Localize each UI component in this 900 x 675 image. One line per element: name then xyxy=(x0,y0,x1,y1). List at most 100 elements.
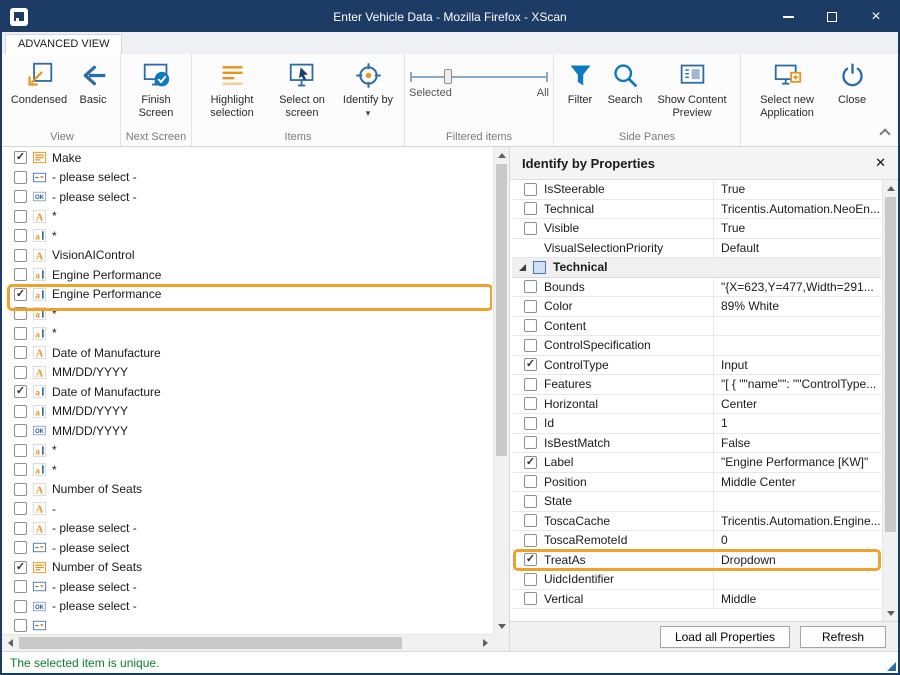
tree-vscroll-thumb[interactable] xyxy=(496,164,507,456)
identify-by-button[interactable]: Identify by xyxy=(336,56,400,118)
property-checkbox[interactable] xyxy=(524,319,537,332)
tree-row[interactable]: OK- please select - xyxy=(6,187,492,207)
property-row[interactable]: IsSteerableTrue xyxy=(512,180,881,200)
property-checkbox[interactable] xyxy=(524,436,537,449)
tree-row[interactable]: - please select - xyxy=(6,168,492,188)
row-checkbox[interactable] xyxy=(14,171,27,184)
tree-row[interactable]: ✓aDate of Manufacture xyxy=(6,382,492,402)
property-row[interactable]: VisualSelectionPriorityDefault xyxy=(512,239,881,259)
tree-row[interactable]: A- xyxy=(6,499,492,519)
tree-row[interactable]: ANumber of Seats xyxy=(6,480,492,500)
property-row[interactable]: TechnicalTricentis.Automation.NeoEn... xyxy=(512,200,881,220)
property-checkbox[interactable] xyxy=(524,514,537,527)
expand-triangle-icon[interactable] xyxy=(519,264,526,271)
row-checkbox[interactable] xyxy=(14,190,27,203)
property-checkbox[interactable]: ✓ xyxy=(524,553,537,566)
row-checkbox[interactable] xyxy=(14,210,27,223)
property-row[interactable]: ✓Label"Engine Performance [KW]" xyxy=(512,453,881,473)
row-checkbox[interactable]: ✓ xyxy=(14,288,27,301)
basic-button[interactable]: Basic xyxy=(70,56,116,107)
property-row[interactable]: IsBestMatchFalse xyxy=(512,434,881,454)
property-checkbox[interactable] xyxy=(524,592,537,605)
row-checkbox[interactable] xyxy=(14,327,27,340)
property-row[interactable]: ControlSpecification xyxy=(512,336,881,356)
property-row[interactable]: VisibleTrue xyxy=(512,219,881,239)
property-row[interactable]: ✓TreatAsDropdown xyxy=(512,551,881,571)
tree-row[interactable]: A- please select - xyxy=(6,519,492,539)
filter-button[interactable]: Filter xyxy=(558,56,602,107)
row-checkbox[interactable] xyxy=(14,600,27,613)
row-checkbox[interactable] xyxy=(14,268,27,281)
property-row[interactable]: Content xyxy=(512,317,881,337)
props-scroll-up-button[interactable] xyxy=(883,180,898,196)
minimize-button[interactable] xyxy=(766,2,810,32)
row-checkbox[interactable] xyxy=(14,346,27,359)
property-group-row[interactable]: Technical xyxy=(512,258,881,278)
tree-row[interactable]: OKMM/DD/YYYY xyxy=(6,421,492,441)
property-checkbox[interactable] xyxy=(524,300,537,313)
property-row[interactable]: UidcIdentifier xyxy=(512,570,881,590)
resize-grip-icon[interactable] xyxy=(887,662,896,671)
row-checkbox[interactable] xyxy=(14,522,27,535)
tree-row[interactable]: a* xyxy=(6,460,492,480)
property-checkbox[interactable]: ✓ xyxy=(524,456,537,469)
row-checkbox[interactable] xyxy=(14,444,27,457)
tree-row[interactable]: ADate of Manufacture xyxy=(6,343,492,363)
tree-row[interactable]: a* xyxy=(6,441,492,461)
tree-horizontal-scrollbar[interactable] xyxy=(2,634,493,651)
tree-row[interactable]: aMM/DD/YYYY xyxy=(6,402,492,422)
tree-row[interactable]: ✓aEngine Performance xyxy=(6,285,492,305)
finish-screen-button[interactable]: Finish Screen xyxy=(125,56,187,120)
property-row[interactable]: PositionMiddle Center xyxy=(512,473,881,493)
tree-vertical-scrollbar[interactable] xyxy=(493,147,509,634)
tab-advanced-view[interactable]: ADVANCED VIEW xyxy=(5,34,122,54)
collapse-ribbon-chevron-icon[interactable] xyxy=(879,128,890,139)
property-row[interactable]: VerticalMiddle xyxy=(512,590,881,610)
tree-row[interactable]: a* xyxy=(6,304,492,324)
row-checkbox[interactable] xyxy=(14,463,27,476)
tree-scroll-right-button[interactable] xyxy=(477,635,493,651)
property-row[interactable]: Color89% White xyxy=(512,297,881,317)
close-window-button[interactable] xyxy=(854,2,898,32)
property-row[interactable]: Id1 xyxy=(512,414,881,434)
property-row[interactable]: ToscaRemoteId0 xyxy=(512,531,881,551)
property-row[interactable]: ToscaCacheTricentis.Automation.Engine... xyxy=(512,512,881,532)
property-row[interactable]: HorizontalCenter xyxy=(512,395,881,415)
property-checkbox[interactable] xyxy=(524,417,537,430)
property-checkbox[interactable] xyxy=(524,222,537,235)
property-row[interactable]: State xyxy=(512,492,881,512)
tree-scroll-up-button[interactable] xyxy=(494,147,509,163)
property-row[interactable]: ✓ControlTypeInput xyxy=(512,356,881,376)
property-row[interactable]: Features"[ { ""name"": ""ControlType... xyxy=(512,375,881,395)
property-checkbox[interactable] xyxy=(524,339,537,352)
row-checkbox[interactable]: ✓ xyxy=(14,561,27,574)
select-new-application-button[interactable]: Select new Application xyxy=(745,56,829,120)
row-checkbox[interactable] xyxy=(14,619,27,632)
slider-thumb[interactable] xyxy=(444,69,452,84)
property-checkbox[interactable] xyxy=(524,573,537,586)
property-checkbox[interactable] xyxy=(524,202,537,215)
property-checkbox[interactable] xyxy=(524,495,537,508)
props-scroll-down-button[interactable] xyxy=(883,605,898,621)
tree-row[interactable]: AMM/DD/YYYY xyxy=(6,363,492,383)
row-checkbox[interactable]: ✓ xyxy=(14,385,27,398)
search-button[interactable]: Search xyxy=(602,56,648,107)
filtered-items-slider[interactable]: Selected All xyxy=(409,56,549,99)
maximize-button[interactable] xyxy=(810,2,854,32)
select-on-screen-button[interactable]: Select on screen xyxy=(268,56,336,120)
tree-row[interactable]: a* xyxy=(6,324,492,344)
row-checkbox[interactable] xyxy=(14,366,27,379)
tree-row[interactable] xyxy=(6,616,492,634)
property-checkbox[interactable] xyxy=(524,280,537,293)
refresh-button[interactable]: Refresh xyxy=(800,626,886,648)
row-checkbox[interactable] xyxy=(14,229,27,242)
property-checkbox[interactable] xyxy=(524,378,537,391)
property-checkbox[interactable] xyxy=(524,475,537,488)
tree-row[interactable]: aEngine Performance xyxy=(6,265,492,285)
slider-track[interactable] xyxy=(409,68,549,86)
row-checkbox[interactable] xyxy=(14,580,27,593)
close-scan-button[interactable]: Close xyxy=(829,56,875,107)
tree-row[interactable]: A* xyxy=(6,207,492,227)
load-all-properties-button[interactable]: Load all Properties xyxy=(660,626,790,648)
row-checkbox[interactable] xyxy=(14,502,27,515)
